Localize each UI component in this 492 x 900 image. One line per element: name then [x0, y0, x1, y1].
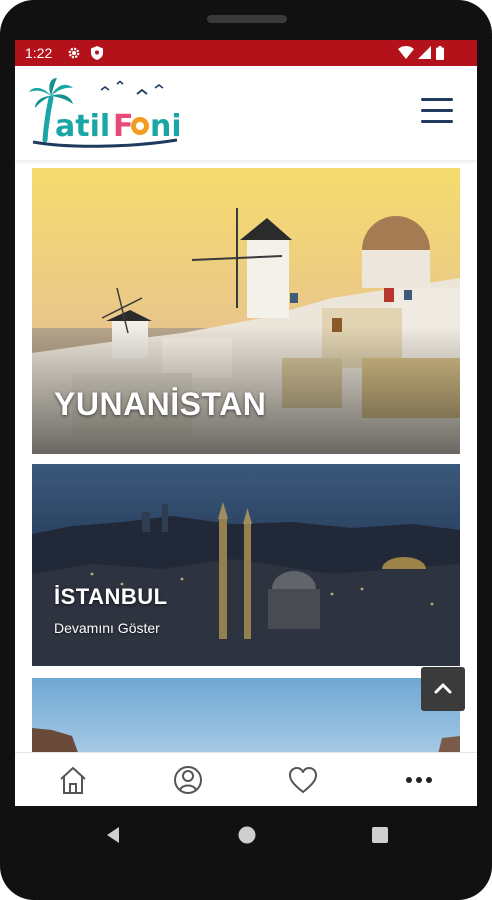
device-frame: 1:22 atil F ni YUNANİSTAN İSTANBUL Devam… — [0, 0, 492, 900]
battery-icon — [436, 46, 444, 60]
recents-square-icon[interactable] — [371, 826, 389, 844]
destination-card-greece[interactable]: YUNANİSTAN — [32, 168, 460, 454]
destination-card[interactable] — [32, 678, 460, 752]
speaker-grille — [207, 15, 287, 23]
svg-text:F: F — [113, 109, 134, 144]
destination-card-istanbul[interactable]: İSTANBUL Devamını Göster — [32, 464, 460, 666]
menu-line — [421, 98, 453, 101]
menu-line — [421, 120, 453, 123]
show-more-link[interactable]: Devamını Göster — [54, 620, 160, 636]
settings-icon — [68, 47, 80, 59]
scroll-to-top-button[interactable] — [421, 667, 465, 711]
destination-photo — [32, 678, 460, 752]
home-icon — [60, 767, 86, 794]
svg-text:atil: atil — [55, 109, 110, 144]
cellular-signal-icon — [418, 46, 431, 59]
card-title: YUNANİSTAN — [54, 386, 267, 422]
heart-icon — [289, 767, 317, 793]
home-circle-icon[interactable] — [237, 825, 257, 845]
card-title: İSTANBUL — [54, 584, 168, 609]
back-icon[interactable] — [104, 826, 122, 844]
tatilfoni-logo[interactable]: atil F ni — [27, 76, 179, 150]
nav-profile-button[interactable] — [170, 763, 206, 797]
shield-icon — [91, 46, 103, 60]
system-navigation-bar — [0, 806, 492, 866]
nav-more-button[interactable] — [401, 763, 437, 797]
hamburger-menu-button[interactable] — [419, 96, 455, 126]
nav-home-button[interactable] — [55, 763, 91, 797]
menu-line — [421, 109, 453, 112]
nav-favorites-button[interactable] — [285, 763, 321, 797]
app-header: atil F ni — [15, 66, 477, 160]
user-circle-icon — [174, 766, 202, 794]
destination-feed[interactable]: YUNANİSTAN İSTANBUL Devamını Göster — [15, 160, 477, 752]
svg-text:ni: ni — [150, 109, 179, 144]
status-bar: 1:22 — [15, 40, 477, 66]
status-time: 1:22 — [25, 45, 53, 61]
bottom-navigation — [15, 752, 477, 806]
chevron-up-icon — [434, 683, 452, 694]
wifi-icon — [398, 46, 414, 59]
more-dots-icon — [406, 777, 432, 783]
screen: 1:22 atil F ni YUNANİSTAN İSTANBUL Devam… — [15, 40, 477, 806]
